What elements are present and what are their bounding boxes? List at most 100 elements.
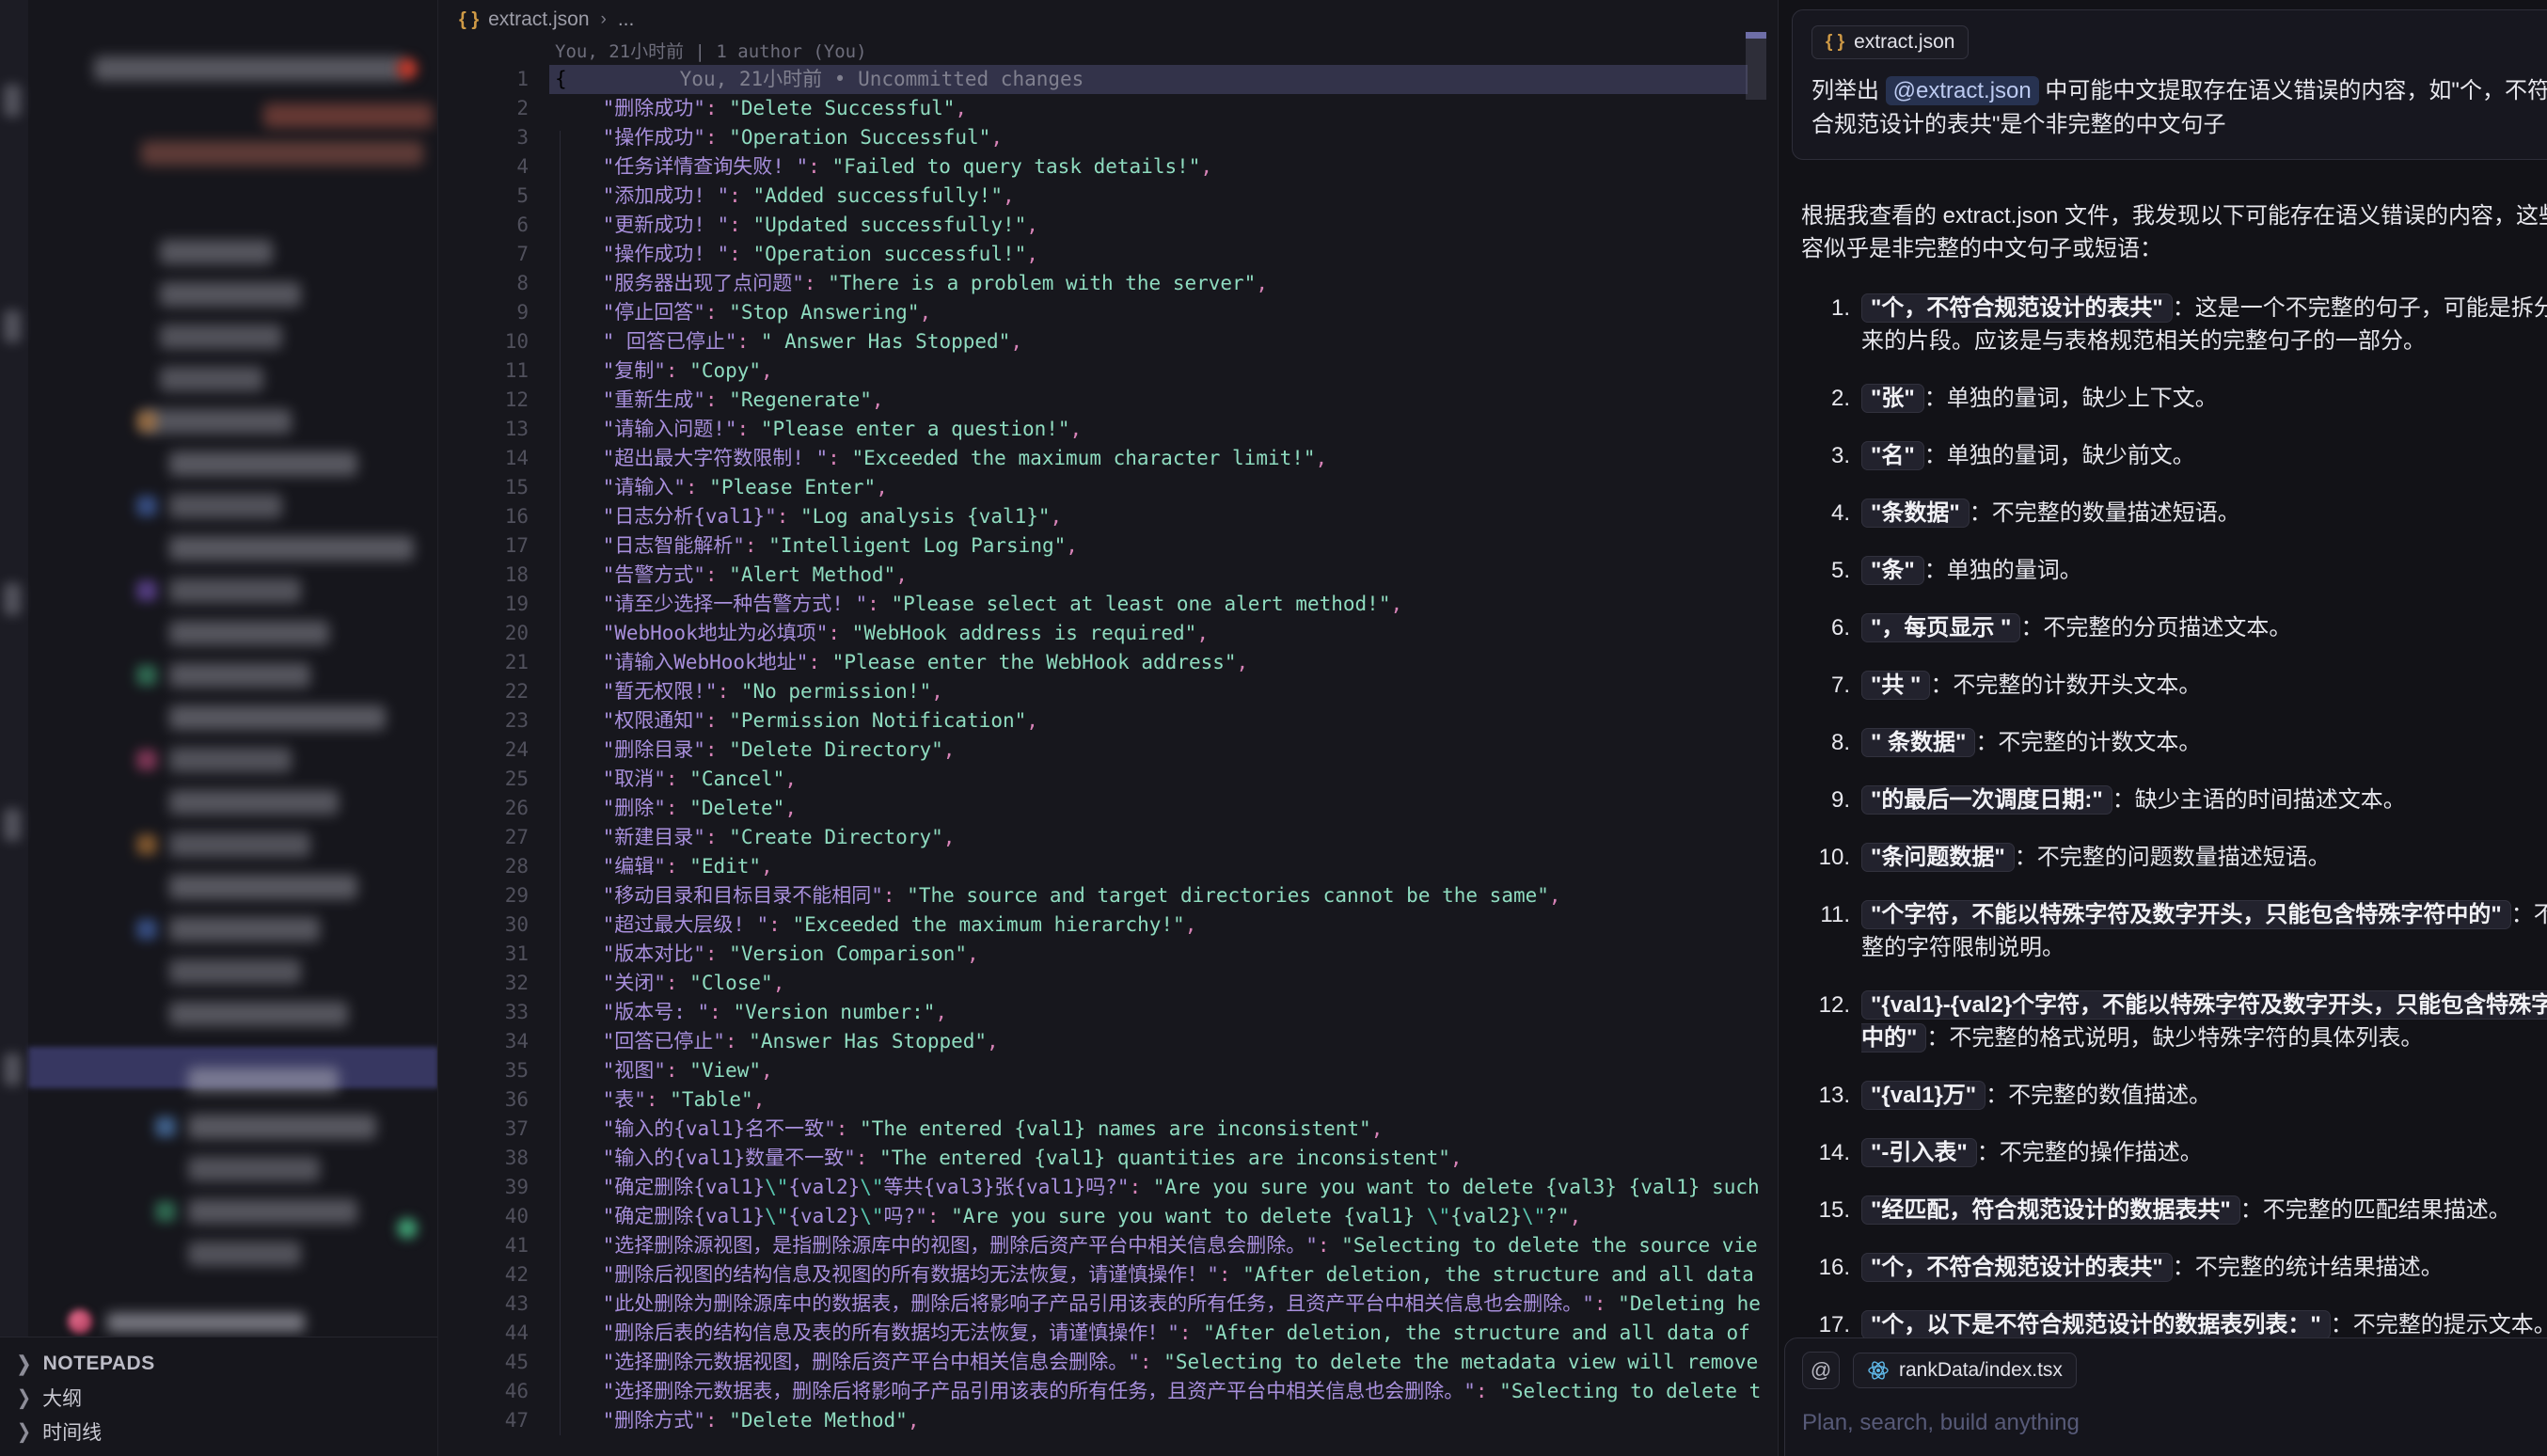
code-line[interactable]: 13 "请输入问题!": "Please enter a question!", [438,415,1778,444]
code-line[interactable]: 31 "版本对比": "Version Comparison", [438,940,1778,969]
code-line[interactable]: 23 "权限通知": "Permission Notification", [438,706,1778,736]
editor-pane[interactable]: { } extract.json › ... You, 21小时前 | 1 au… [438,0,1778,1456]
code-line[interactable]: 3 "操作成功": "Operation Successful", [438,123,1778,152]
code-line[interactable]: 28 "编辑": "Edit", [438,852,1778,881]
code-line[interactable]: 7 "操作成功! ": "Operation successful!", [438,240,1778,269]
editor-scrollbar[interactable] [1746,32,1766,100]
line-content: "超过最大层级! ": "Exceeded the maximum hierar… [529,910,1778,940]
item-text: "个，以下是不符合规范设计的数据表列表："：不完整的提示文本。 [1861,1308,2547,1341]
line-content: "停止回答": "Stop Answering", [529,298,1778,327]
code-line[interactable]: 34 "回答已停止": "Answer Has Stopped", [438,1027,1778,1056]
section-outline[interactable]: ❯ 大纲 [0,1381,438,1415]
item-number: 16. [1801,1251,1850,1284]
code-line[interactable]: 15 "请输入": "Please Enter", [438,473,1778,502]
code-line[interactable]: 47 "删除方式": "Delete Method", [438,1406,1778,1435]
code-line[interactable]: 8 "服务器出现了点问题": "There is a problem with … [438,269,1778,298]
code-line[interactable]: 17 "日志智能解析": "Intelligent Log Parsing", [438,531,1778,561]
code-line[interactable]: 41 "选择删除源视图，是指删除源库中的视图，删除后资产平台中相关信息会删除。"… [438,1231,1778,1260]
code-line[interactable]: 38 "输入的{val1}数量不一致": "The entered {val1}… [438,1144,1778,1173]
line-content: "操作成功": "Operation Successful", [529,123,1778,152]
code-line[interactable]: 33 "版本号: ": "Version number:", [438,998,1778,1027]
code-line[interactable]: 42 "删除后视图的结构信息及视图的所有数据均无法恢复，请谨慎操作！": "Af… [438,1260,1778,1290]
item-number: 15. [1801,1194,1850,1227]
line-content: "请输入": "Please Enter", [529,473,1778,502]
blurred-file-row [169,875,357,899]
code-line[interactable]: 29 "移动目录和目标目录不能相同": "The source and targ… [438,881,1778,910]
item-number: 9. [1801,783,1850,816]
app-window: ❯ NOTEPADS ❯ 大纲 ❯ 时间线 { } extract.json ›… [0,0,2547,1456]
code-line[interactable]: 10 " 回答已停止": " Answer Has Stopped", [438,327,1778,356]
blurred-file-row [169,705,386,730]
line-content: "确定删除{val1}\"{val2}\"等共{val3}张{val1}吗?":… [529,1173,1778,1202]
code-line[interactable]: 20 "WebHook地址为必填项": "WebHook address is … [438,619,1778,648]
code-line[interactable]: 30 "超过最大层级! ": "Exceeded the maximum hie… [438,910,1778,940]
finding-item: 14."-引入表"：不完整的操作描述。 [1801,1136,2547,1169]
code-line[interactable]: 46 "选择删除元数据表，删除后将影响子产品引用该表的所有任务，且资产平台中相关… [438,1377,1778,1406]
context-row: @ rankData/index.tsx [1802,1352,2547,1389]
code-line[interactable]: 16 "日志分析{val1}": "Log analysis {val1}", [438,502,1778,531]
code-line[interactable]: 27 "新建目录": "Create Directory", [438,823,1778,852]
chip-label: rankData/index.tsx [1899,1359,2063,1382]
breadcrumb[interactable]: { } extract.json › ... [438,0,1778,40]
item-number: 12. [1801,989,1850,1054]
code-line[interactable]: 12 "重新生成": "Regenerate", [438,386,1778,415]
line-number: 25 [438,765,529,794]
code-line[interactable]: 2 "删除成功": "Delete Successful", [438,94,1778,123]
line-number: 13 [438,415,529,444]
code-line[interactable]: 22 "暂无权限!": "No permission!", [438,677,1778,706]
code-line[interactable]: 32 "关闭": "Close", [438,969,1778,998]
finding-item: 13."{val1}万"：不完整的数值描述。 [1801,1079,2547,1112]
code-line[interactable]: 9 "停止回答": "Stop Answering", [438,298,1778,327]
code-line[interactable]: 40 "确定删除{val1}\"{val2}\"吗?": "Are you su… [438,1202,1778,1231]
code-line[interactable]: 37 "输入的{val1}名不一致": "The entered {val1} … [438,1115,1778,1144]
code-line[interactable]: 39 "确定删除{val1}\"{val2}\"等共{val3}张{val1}吗… [438,1173,1778,1202]
blurred-file-row [160,367,263,391]
file-mention-chip[interactable]: @extract.json [1886,76,2039,105]
item-number: 11. [1801,898,1850,964]
code-line[interactable]: 25 "取消": "Cancel", [438,765,1778,794]
code-line[interactable]: 35 "视图": "View", [438,1056,1778,1085]
code-area[interactable]: You, 21小时前 | 1 author (You) 1{You, 21小时前… [438,40,1778,1435]
file-context-chip[interactable]: { } extract.json [1811,25,1969,59]
line-number: 24 [438,736,529,765]
blurred-file-row [169,748,292,772]
code-line[interactable]: 44 "删除后表的结构信息及表的所有数据均无法恢复，请谨慎操作！": "Afte… [438,1319,1778,1348]
code-line[interactable]: 19 "请至少选择一种告警方式! ": "Please select at le… [438,590,1778,619]
code-line[interactable]: 45 "选择删除元数据视图，删除后资产平台中相关信息会删除。": "Select… [438,1348,1778,1377]
code-line[interactable]: 6 "更新成功! ": "Updated successfully!", [438,211,1778,240]
code-line[interactable]: 5 "添加成功! ": "Added successfully!", [438,182,1778,211]
code-line[interactable]: 24 "删除目录": "Delete Directory", [438,736,1778,765]
breadcrumb-more[interactable]: ... [618,8,635,31]
code-line[interactable]: 11 "复制": "Copy", [438,356,1778,386]
code-line[interactable]: 18 "告警方式": "Alert Method", [438,561,1778,590]
line-content: "权限通知": "Permission Notification", [529,706,1778,736]
json-braces-icon: { } [459,9,479,31]
breadcrumb-file[interactable]: extract.json [488,8,589,31]
code-line[interactable]: 36 "表": "Table", [438,1085,1778,1115]
code-line[interactable]: 21 "请输入WebHook地址": "Please enter the Web… [438,648,1778,677]
section-timeline[interactable]: ❯ 时间线 [0,1415,438,1448]
line-content: "操作成功! ": "Operation successful!", [529,240,1778,269]
line-content: "服务器出现了点问题": "There is a problem with th… [529,269,1778,298]
code-line[interactable]: 26 "删除": "Delete", [438,794,1778,823]
line-number: 32 [438,969,529,998]
inline-code-chip: "条" [1861,556,1924,585]
code-line[interactable]: 14 "超出最大字符数限制! ": "Exceeded the maximum … [438,444,1778,473]
chat-input-box[interactable]: @ rankData/index.tsx Plan, search, build… [1784,1337,2547,1456]
blurred-file-icon [136,496,157,516]
item-number: 17. [1801,1308,1850,1341]
finding-item: 1."个，不符合规范设计的表共"：这是一个不完整的句子，可能是拆分出来的片段。应… [1801,292,2547,357]
code-line[interactable]: 43 "此处删除为删除源库中的数据表，删除后将影响子产品引用该表的所有任务，且资… [438,1290,1778,1319]
blurred-file-row [169,578,301,603]
context-file-chip[interactable]: rankData/index.tsx [1853,1353,2077,1388]
git-blame-lens[interactable]: You, 21小时前 | 1 author (You) [438,40,1778,65]
line-content: "告警方式": "Alert Method", [529,561,1778,590]
add-context-button[interactable]: @ [1802,1352,1840,1389]
line-content: "请输入问题!": "Please enter a question!", [529,415,1778,444]
chat-input-placeholder[interactable]: Plan, search, build anything [1802,1410,2547,1436]
file-row-blurred[interactable] [28,1306,438,1339]
item-text: "共 "：不完整的计数开头文本。 [1861,669,2201,702]
code-line[interactable]: 1{You, 21小时前 • Uncommitted changes [438,65,1778,94]
code-line[interactable]: 4 "任务详情查询失败! ": "Failed to query task de… [438,152,1778,182]
section-notepads[interactable]: ❯ NOTEPADS [0,1347,438,1381]
